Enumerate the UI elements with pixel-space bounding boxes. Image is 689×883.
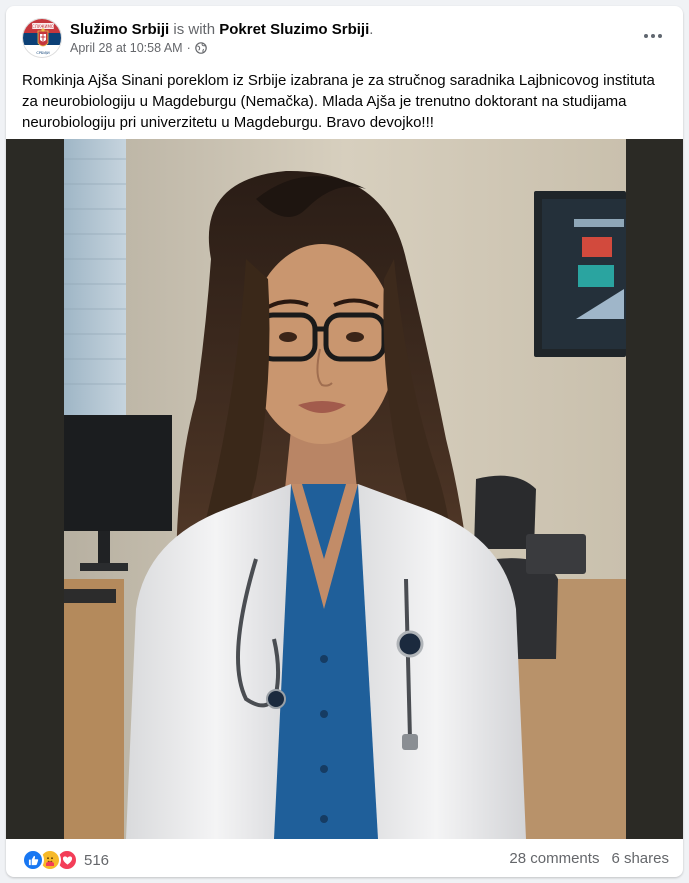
meta-separator: · [186,41,191,55]
avatar-badge-subtext: СРБИЈИ [36,51,50,55]
author-line-period: . [369,21,374,38]
like-reaction-icon [22,849,44,871]
avatar-badge-text: СЛУЖИМО [32,24,54,29]
reactions-summary[interactable]: 516 [22,849,109,871]
author-line: Služimo Srbiji is with Pokret Sluzimo Sr… [70,20,373,39]
post-body-text: Romkinja Ajša Sinani poreklom iz Srbije … [22,72,655,131]
tagged-page-name[interactable]: Pokret Sluzimo Srbiji [219,21,369,38]
reaction-count: 516 [84,851,110,869]
post-footer: 516 28 comments 6 shares [6,839,683,877]
engagement-stats: 28 comments 6 shares [509,850,669,867]
author-name[interactable]: Služimo Srbiji [70,21,169,38]
post-header: СЛУЖИМО СРБИЈИ Služimo Srbiji is with Po… [6,6,683,66]
post-timestamp[interactable]: April 28 at 10:58 AM [70,41,183,55]
page-avatar[interactable]: СЛУЖИМО СРБИЈИ [22,18,62,58]
more-dots-icon [644,34,648,38]
more-dot [651,34,655,38]
doctor-portrait-image [64,139,626,839]
post-card: СЛУЖИМО СРБИЈИ Služimo Srbiji is with Po… [6,6,683,877]
shares-count-link[interactable]: 6 shares [611,850,669,867]
serbia-flag-avatar-icon: СЛУЖИМО СРБИЈИ [23,19,61,57]
globe-icon[interactable] [194,42,207,54]
post-image[interactable] [6,139,683,839]
more-options-button[interactable] [637,22,669,50]
with-text: is with [173,21,216,38]
comments-count-link[interactable]: 28 comments [509,850,599,867]
more-dot [658,34,662,38]
post-meta: April 28 at 10:58 AM · [70,41,207,55]
